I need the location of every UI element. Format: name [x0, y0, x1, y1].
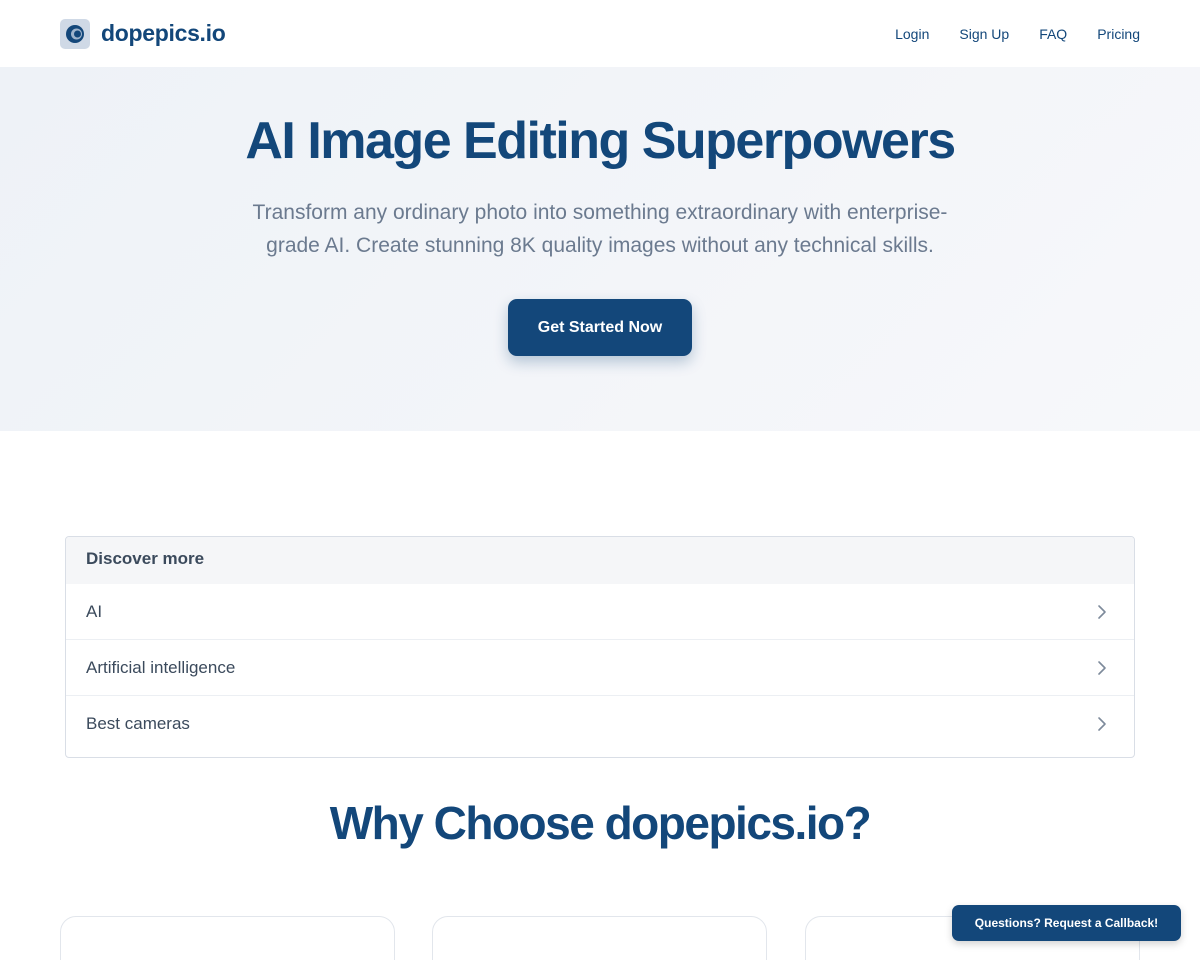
discover-item-best-cameras[interactable]: Best cameras	[66, 696, 1134, 752]
brand-link[interactable]: dopepics.io	[60, 18, 226, 49]
nav-login-link[interactable]: Login	[895, 26, 929, 42]
feature-card	[432, 916, 767, 960]
brand-name: dopepics.io	[101, 20, 226, 46]
camera-lens-icon	[60, 18, 90, 49]
discover-more-heading: Discover more	[66, 537, 1134, 584]
nav-pricing-link[interactable]: Pricing	[1097, 26, 1140, 42]
request-callback-button[interactable]: Questions? Request a Callback!	[952, 905, 1181, 941]
discover-item-ai[interactable]: AI	[66, 584, 1134, 640]
discover-item-label: Best cameras	[86, 714, 190, 733]
hero-title: AI Image Editing Superpowers	[245, 112, 956, 170]
nav-signup-link[interactable]: Sign Up	[959, 26, 1009, 42]
discover-more-panel: Discover more AI Artificial intelligence…	[65, 536, 1135, 758]
main-nav: Login Sign Up FAQ Pricing	[865, 26, 1140, 42]
nav-faq-link[interactable]: FAQ	[1039, 26, 1067, 42]
discover-item-label: Artificial intelligence	[86, 657, 236, 677]
hero-subtitle: Transform any ordinary photo into someth…	[252, 201, 948, 257]
discover-item-label: AI	[86, 601, 103, 621]
chevron-right-icon	[1098, 660, 1106, 675]
discover-item-artificial-intelligence[interactable]: Artificial intelligence	[66, 640, 1134, 696]
get-started-button[interactable]: Get Started Now	[508, 299, 692, 356]
chevron-right-icon	[1098, 604, 1106, 619]
chevron-right-icon	[1098, 717, 1106, 731]
feature-card	[60, 916, 395, 960]
why-choose-heading: Why Choose dopepics.io?	[329, 797, 872, 849]
hero-section: AI Image Editing Superpowers Transform a…	[0, 67, 1200, 431]
site-header: dopepics.io Login Sign Up FAQ Pricing	[0, 0, 1200, 67]
